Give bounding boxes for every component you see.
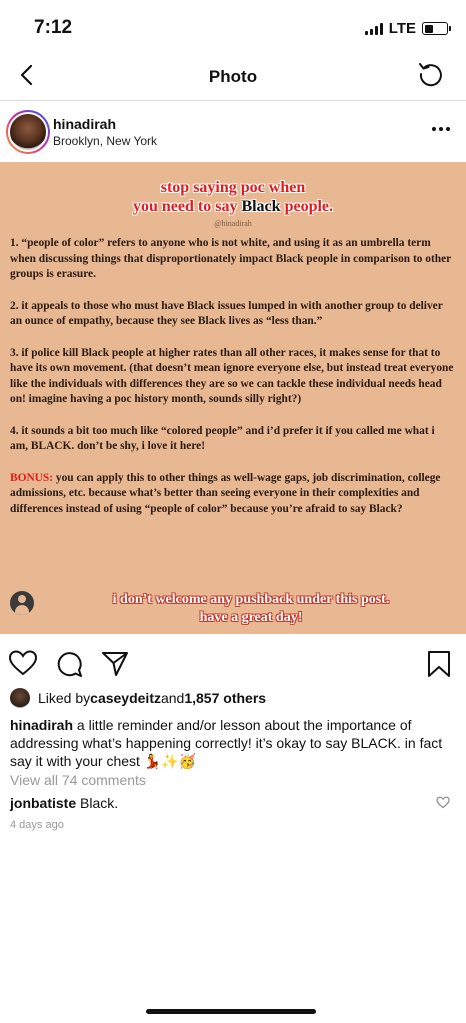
- likes-row[interactable]: Liked by caseydeitz and 1,857 others: [10, 688, 266, 708]
- post-header: hinadirah Brooklyn, New York: [0, 100, 466, 162]
- battery-icon: [422, 22, 451, 35]
- post-location[interactable]: Brooklyn, New York: [53, 134, 157, 148]
- bookmark-icon[interactable]: [426, 649, 452, 679]
- likes-middle: and: [160, 690, 185, 706]
- page-title: Photo: [208, 67, 258, 86]
- post-username[interactable]: hinadirah: [53, 116, 116, 132]
- network-label: LTE: [388, 20, 416, 37]
- caption-text: a little reminder and/or lesson about th…: [10, 717, 443, 769]
- point-3: 3. if police kill Black people at higher…: [10, 346, 454, 406]
- point-1: 1. “people of color” refers to anyone wh…: [10, 237, 452, 280]
- person-icon: [10, 591, 34, 615]
- bonus-text: you can apply this to other things as we…: [10, 471, 441, 515]
- post-actions: [0, 645, 466, 681]
- status-bar: 7:12 LTE: [0, 0, 466, 55]
- title-segment: you need to say: [132, 198, 238, 215]
- post-timestamp: 4 days ago: [10, 819, 64, 831]
- refresh-icon[interactable]: [416, 59, 446, 89]
- home-indicator[interactable]: [146, 1009, 316, 1014]
- status-indicators: LTE: [364, 20, 451, 37]
- view-comments-link[interactable]: View all 74 comments: [10, 772, 146, 788]
- image-title: stop saying poc when you need to say Bla…: [0, 178, 466, 216]
- closing-line-2: have a great day!: [199, 610, 303, 625]
- share-icon[interactable]: [100, 649, 130, 679]
- comment-like-icon[interactable]: [436, 796, 450, 809]
- signal-icon: [364, 22, 383, 35]
- title-black-word: Black: [241, 198, 281, 215]
- liker-username[interactable]: caseydeitz: [90, 690, 161, 706]
- navigation-bar: Photo: [0, 55, 466, 101]
- closing-text: i don’t welcome any pushback under this …: [36, 591, 466, 627]
- post-image[interactable]: stop saying poc when you need to say Bla…: [0, 162, 466, 634]
- status-time: 7:12: [34, 17, 73, 38]
- comment-text: Black.: [76, 795, 119, 811]
- likes-prefix: Liked by: [38, 690, 91, 706]
- point-4: 4. it sounds a bit too much like “colore…: [10, 424, 435, 453]
- closing-line-1: i don’t welcome any pushback under this …: [112, 592, 390, 607]
- liker-avatar: [10, 688, 30, 708]
- image-points: 1. “people of color” refers to anyone wh…: [10, 236, 454, 533]
- bonus-point: BONUS: you can apply this to other thing…: [10, 471, 454, 518]
- image-title-line2: you need to say Black people.: [0, 197, 466, 216]
- point-2: 2. it appeals to those who must have Bla…: [10, 299, 443, 328]
- bonus-label: BONUS:: [10, 471, 54, 484]
- likes-count[interactable]: 1,857 others: [184, 690, 266, 706]
- title-segment: people.: [284, 198, 334, 215]
- more-options-icon[interactable]: [432, 127, 450, 131]
- heart-icon[interactable]: [8, 649, 38, 677]
- comment-username[interactable]: jonbatiste: [10, 795, 76, 811]
- caption-username[interactable]: hinadirah: [10, 717, 73, 733]
- avatar[interactable]: [6, 110, 50, 154]
- comment-icon[interactable]: [54, 649, 84, 679]
- image-handle: @hinadirah: [214, 219, 252, 228]
- image-title-line1: stop saying poc when: [160, 179, 306, 196]
- comment-item: jonbatiste Black.: [10, 795, 118, 811]
- post-caption: hinadirah a little reminder and/or lesso…: [10, 716, 452, 770]
